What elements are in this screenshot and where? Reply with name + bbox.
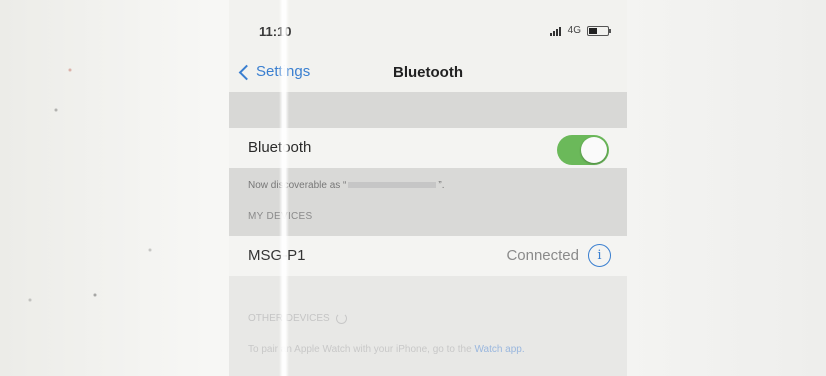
watch-app-link[interactable]: Watch app. bbox=[474, 344, 524, 355]
device-status: Connected bbox=[506, 247, 579, 264]
other-devices-label: OTHER DEVICES bbox=[248, 313, 330, 325]
watch-pairing-text: To pair an Apple Watch with your iPhone,… bbox=[248, 344, 472, 355]
toggle-knob bbox=[581, 137, 607, 163]
watch-pairing-hint: To pair an Apple Watch with your iPhone,… bbox=[248, 343, 608, 357]
network-label: 4G bbox=[567, 25, 581, 36]
discoverable-text: Now discoverable as “ ”. bbox=[248, 180, 444, 191]
navigation-bar: Settings Bluetooth bbox=[229, 52, 627, 92]
info-section: Now discoverable as “ ”. MY DEVICES bbox=[229, 168, 627, 236]
spinner-icon bbox=[335, 313, 347, 324]
discoverable-prefix: Now discoverable as “ bbox=[248, 180, 347, 191]
page-title: Bluetooth bbox=[393, 64, 463, 81]
status-indicators: 4G bbox=[549, 25, 611, 36]
bluetooth-toggle[interactable] bbox=[557, 135, 609, 165]
info-icon[interactable]: i bbox=[588, 244, 611, 267]
status-bar: 11:10 4G bbox=[229, 0, 627, 52]
other-devices-header: OTHER DEVICES bbox=[248, 313, 347, 324]
status-time: 11:10 bbox=[259, 24, 292, 39]
redacted-device-name bbox=[348, 182, 437, 189]
device-row[interactable]: MSG-P1 Connected i bbox=[229, 236, 627, 276]
discoverable-suffix: ”. bbox=[438, 180, 445, 191]
phone-screen: 11:10 4G Settings Bluetooth Bluetooth No… bbox=[229, 0, 627, 376]
battery-icon bbox=[587, 25, 611, 36]
section-separator bbox=[229, 92, 627, 128]
signal-icon bbox=[549, 26, 564, 36]
bluetooth-setting-row: Bluetooth bbox=[229, 128, 627, 168]
my-devices-header: MY DEVICES bbox=[248, 211, 313, 222]
bluetooth-label: Bluetooth bbox=[248, 139, 312, 156]
other-devices-section: OTHER DEVICES To pair an Apple Watch wit… bbox=[229, 276, 627, 376]
device-name: MSG-P1 bbox=[248, 247, 306, 264]
